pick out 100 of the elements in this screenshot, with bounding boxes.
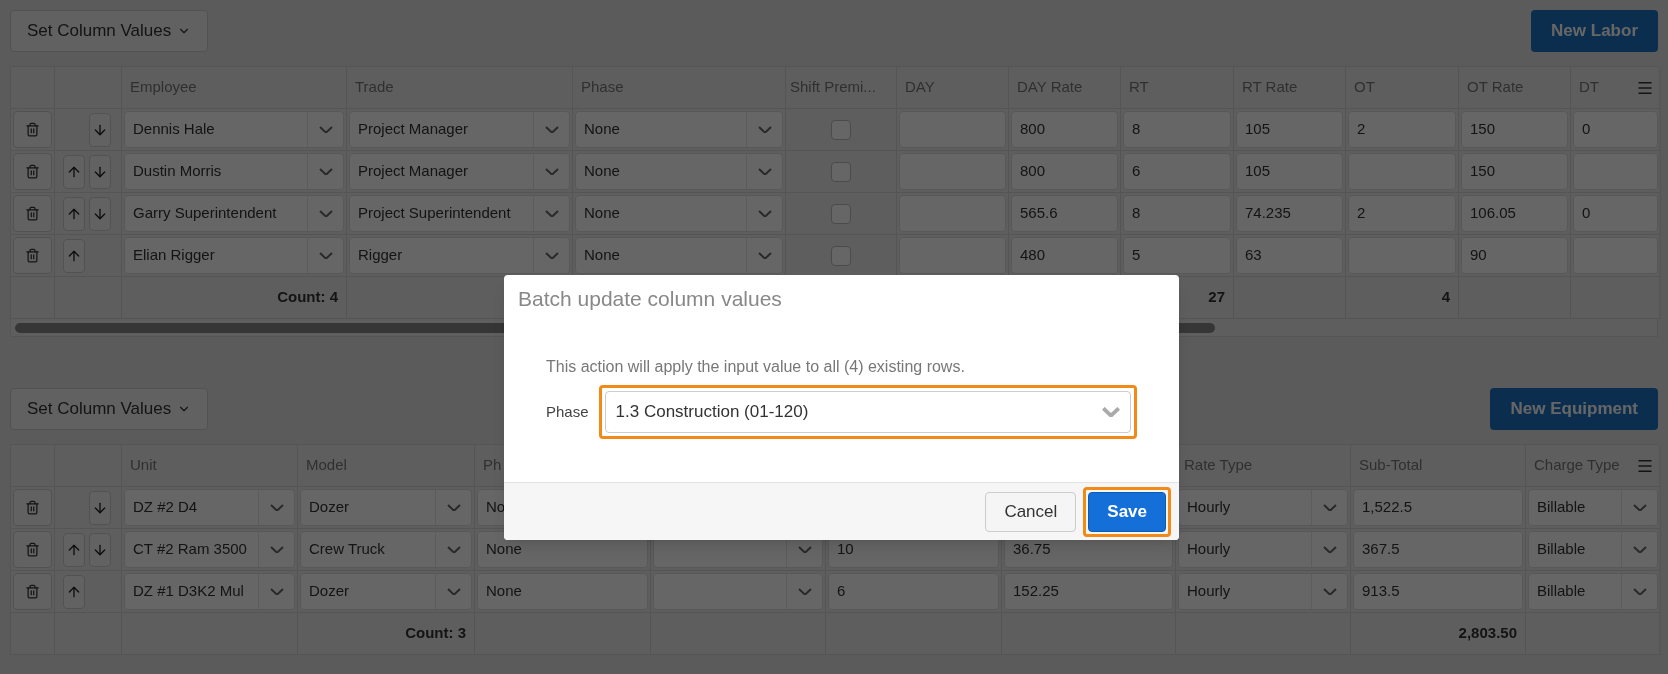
input-field[interactable]: 105 [1236, 153, 1343, 190]
trash-icon [25, 122, 40, 137]
input-field[interactable]: 106.05 [1461, 195, 1568, 232]
delete-button[interactable] [13, 111, 52, 148]
move-down-button[interactable] [89, 112, 111, 147]
select-field[interactable]: Dozer [300, 489, 472, 526]
input-field[interactable] [899, 237, 1006, 274]
delete-button[interactable] [13, 153, 52, 190]
chevron-down-icon [269, 503, 284, 512]
select-field[interactable]: Dennis Hale [124, 111, 344, 148]
field-label: Phase [546, 401, 589, 422]
select-field[interactable]: Project Superintendent [349, 195, 570, 232]
move-down-button[interactable] [89, 154, 111, 189]
move-down-button[interactable] [89, 196, 111, 231]
input-field[interactable]: 8 [1123, 195, 1231, 232]
input-field[interactable]: 74.235 [1236, 195, 1343, 232]
select-field[interactable]: None [575, 111, 783, 148]
select-field[interactable]: Billable [1528, 489, 1658, 526]
menu-icon[interactable] [1636, 79, 1654, 97]
input-field[interactable]: 565.6 [1011, 195, 1118, 232]
checkbox[interactable] [831, 161, 851, 182]
input-field[interactable]: 152.25 [1004, 573, 1173, 610]
input-field[interactable]: 367.5 [1353, 531, 1523, 568]
move-up-button[interactable] [63, 574, 85, 609]
select-field[interactable]: None [575, 195, 783, 232]
set-column-values-button[interactable]: Set Column Values [10, 388, 209, 430]
delete-button[interactable] [13, 195, 52, 232]
trash-icon [25, 164, 40, 179]
select-field[interactable]: Hourly [1178, 489, 1348, 526]
select-field[interactable]: Garry Superintendent [124, 195, 344, 232]
new-button[interactable]: New Labor [1531, 10, 1658, 52]
move-down-button[interactable] [89, 532, 111, 567]
select-field[interactable]: Crew Truck [300, 531, 472, 568]
input-field[interactable]: 0 [1573, 111, 1658, 148]
save-button[interactable]: Save [1083, 486, 1171, 537]
input-field[interactable]: 800 [1011, 111, 1118, 148]
chevron-down-icon [1632, 587, 1647, 596]
select-field[interactable]: None [575, 237, 783, 274]
input-field[interactable]: 105 [1236, 111, 1343, 148]
select-field[interactable]: Elian Rigger [124, 237, 344, 274]
checkbox[interactable] [831, 119, 851, 140]
menu-icon[interactable] [1636, 457, 1654, 475]
input-field[interactable]: 0 [1573, 195, 1658, 232]
select-field[interactable]: Billable [1528, 573, 1658, 610]
chevron-down-icon [446, 503, 461, 512]
select-field[interactable]: DZ #2 D4 [124, 489, 295, 526]
input-field[interactable]: 800 [1011, 153, 1118, 190]
input-field[interactable]: 2 [1348, 111, 1456, 148]
select-field[interactable]: None [575, 153, 783, 190]
input-field[interactable]: 63 [1236, 237, 1343, 274]
input-field[interactable]: 6 [828, 573, 999, 610]
chevron-down-icon [797, 587, 812, 596]
input-field[interactable]: 2 [1348, 195, 1456, 232]
select-field[interactable]: Hourly [1178, 531, 1348, 568]
chevron-down-icon [544, 167, 559, 176]
input-field[interactable]: None [477, 573, 648, 610]
select-field[interactable]: Rigger [349, 237, 570, 274]
delete-button[interactable] [13, 531, 52, 568]
delete-button[interactable] [13, 573, 52, 610]
phase-select[interactable]: 1.3 Construction (01-120) [598, 385, 1137, 439]
input-field[interactable]: 1,522.5 [1353, 489, 1523, 526]
set-column-values-button[interactable]: Set Column Values [10, 10, 209, 52]
input-field[interactable]: 480 [1011, 237, 1118, 274]
input-field[interactable]: 150 [1461, 111, 1568, 148]
input-field[interactable]: 913.5 [1353, 573, 1523, 610]
select-field[interactable]: CT #2 Ram 3500 [124, 531, 295, 568]
trash-icon [25, 206, 40, 221]
input-field[interactable]: 90 [1461, 237, 1568, 274]
select-field[interactable]: Billable [1528, 531, 1658, 568]
move-up-button[interactable] [63, 238, 85, 273]
move-up-button[interactable] [63, 532, 85, 567]
chevron-down-icon [544, 251, 559, 260]
chevron-down-icon [544, 125, 559, 134]
select-field[interactable]: Project Manager [349, 111, 570, 148]
select-field[interactable]: Hourly [1178, 573, 1348, 610]
chevron-down-icon [1632, 545, 1647, 554]
chevron-down-icon [1322, 503, 1337, 512]
select-field[interactable]: DZ #1 D3K2 Mul [124, 573, 295, 610]
checkbox[interactable] [831, 245, 851, 266]
move-up-button[interactable] [63, 154, 85, 189]
chevron-down-icon [1322, 587, 1337, 596]
move-down-button[interactable] [89, 490, 111, 525]
chevron-down-icon [757, 167, 772, 176]
move-up-button[interactable] [63, 196, 85, 231]
chevron-down-icon [757, 125, 772, 134]
input-field[interactable]: 150 [1461, 153, 1568, 190]
select-field[interactable]: Dozer [300, 573, 472, 610]
checkbox[interactable] [831, 203, 851, 224]
delete-button[interactable] [13, 489, 52, 526]
new-button[interactable]: New Equipment [1490, 388, 1658, 430]
dialog-title: Batch update column values [518, 287, 782, 310]
select-field[interactable] [653, 573, 823, 610]
select-field[interactable]: Project Manager [349, 153, 570, 190]
trash-icon [25, 248, 40, 263]
trash-icon [25, 542, 40, 557]
input-field[interactable]: 5 [1123, 237, 1231, 274]
select-field[interactable]: Dustin Morris [124, 153, 344, 190]
input-field[interactable]: 6 [1123, 153, 1231, 190]
delete-button[interactable] [13, 237, 52, 274]
input-field[interactable]: 8 [1123, 111, 1231, 148]
